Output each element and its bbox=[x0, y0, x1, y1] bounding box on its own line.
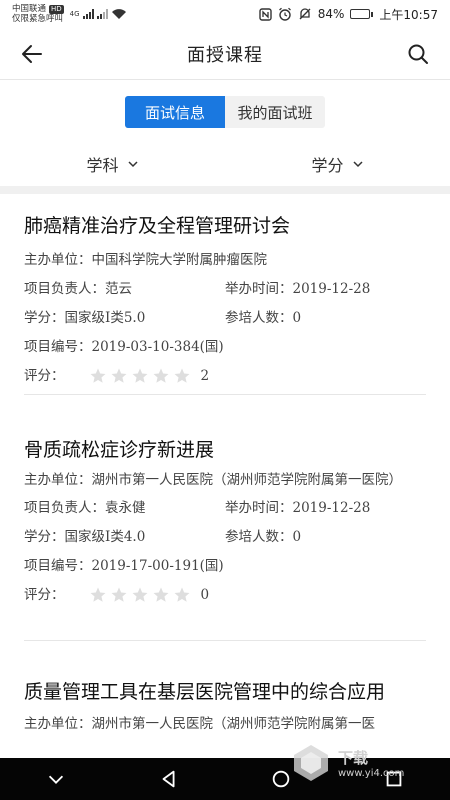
filter-bar: 学科 学分 bbox=[0, 142, 450, 186]
status-right: 84% 上午10:57 bbox=[259, 6, 438, 23]
search-icon[interactable] bbox=[406, 42, 430, 66]
star-icon bbox=[153, 368, 168, 383]
star-icon bbox=[174, 587, 189, 602]
course-leader: 项目负责人：袁永健 bbox=[24, 500, 146, 516]
rating-count: 2 bbox=[200, 368, 210, 384]
watermark-logo-icon bbox=[294, 745, 328, 781]
status-bar: 中国联通 HD 仅限紧急呼叫 4G 84% 上午10:57 bbox=[0, 0, 450, 28]
tab-interview-info[interactable]: 面试信息 bbox=[125, 96, 225, 128]
mute-bell-icon bbox=[299, 8, 311, 20]
star-icon bbox=[132, 368, 147, 383]
wifi-icon bbox=[111, 9, 126, 19]
course-card[interactable]: 质量管理工具在基层医院管理中的综合应用 主办单位：湖州市第一人民医院（湖州师范学… bbox=[24, 678, 426, 734]
course-date: 举办时间：2019-12-28 bbox=[225, 281, 371, 297]
carrier-name: 中国联通 bbox=[12, 4, 47, 14]
signal-bars-icon bbox=[82, 9, 94, 19]
emergency-text: 仅限紧急呼叫 bbox=[12, 14, 64, 24]
star-icon bbox=[132, 587, 147, 602]
alarm-icon bbox=[278, 7, 291, 21]
chevron-down-icon[interactable] bbox=[45, 768, 67, 790]
rating-count: 0 bbox=[200, 587, 210, 603]
subject-filter[interactable]: 学科 bbox=[0, 142, 225, 186]
carrier-info: 中国联通 HD 仅限紧急呼叫 bbox=[12, 4, 64, 24]
course-card[interactable]: 肺癌精准治疗及全程管理研讨会 主办单位：中国科学院大学附属肿瘤医院 项目负责人：… bbox=[24, 212, 426, 386]
signal-indicator: 4G bbox=[70, 8, 127, 20]
card-divider bbox=[24, 640, 426, 641]
rating-stars bbox=[89, 586, 191, 604]
watermark-text: 下载 bbox=[338, 749, 369, 767]
rating-stars bbox=[89, 367, 191, 385]
signal-bars-2-icon bbox=[96, 9, 108, 19]
course-organizer: 主办单位：湖州市第一人民医院（湖州师范学院附属第一医 bbox=[24, 716, 375, 732]
course-title: 质量管理工具在基层医院管理中的综合应用 bbox=[24, 681, 386, 703]
course-rating: 评分： 2 bbox=[24, 366, 426, 386]
home-circle-icon[interactable] bbox=[270, 768, 292, 790]
course-organizer: 主办单位：湖州市第一人民医院（湖州师范学院附属第一医院） bbox=[24, 472, 402, 488]
hd-badge: HD bbox=[49, 4, 64, 14]
credit-filter[interactable]: 学分 bbox=[225, 142, 450, 186]
chevron-down-icon bbox=[352, 161, 363, 168]
rating-label: 评分： bbox=[24, 587, 65, 603]
tab-my-interview-class[interactable]: 我的面试班 bbox=[225, 96, 325, 128]
segment-control: 面试信息 我的面试班 bbox=[125, 96, 325, 128]
clock: 上午10:57 bbox=[379, 7, 438, 22]
section-divider bbox=[0, 186, 450, 194]
course-title: 肺癌精准治疗及全程管理研讨会 bbox=[24, 215, 291, 237]
star-icon bbox=[111, 587, 126, 602]
course-organizer: 主办单位：中国科学院大学附属肿瘤医院 bbox=[24, 252, 267, 268]
back-triangle-icon[interactable] bbox=[158, 768, 180, 790]
course-leader: 项目负责人：范云 bbox=[24, 281, 132, 297]
back-arrow-icon[interactable] bbox=[20, 42, 44, 66]
course-participants: 参培人数：0 bbox=[225, 529, 302, 545]
chevron-down-icon bbox=[127, 161, 138, 168]
course-card[interactable]: 骨质疏松症诊疗新进展 主办单位：湖州市第一人民医院（湖州师范学院附属第一医院） … bbox=[24, 436, 426, 605]
watermark: 下载 www.yi4.com bbox=[290, 740, 440, 786]
star-icon bbox=[153, 587, 168, 602]
battery-icon bbox=[350, 9, 374, 19]
course-list[interactable]: 肺癌精准治疗及全程管理研讨会 主办单位：中国科学院大学附属肿瘤医院 项目负责人：… bbox=[0, 194, 450, 758]
star-icon bbox=[90, 587, 105, 602]
star-icon bbox=[90, 368, 105, 383]
battery-percent: 84% bbox=[317, 7, 345, 21]
star-icon bbox=[111, 368, 126, 383]
course-code: 项目编号：2019-03-10-384(国) bbox=[24, 339, 224, 355]
nfc-icon bbox=[259, 7, 272, 21]
credit-filter-label: 学分 bbox=[311, 156, 344, 175]
star-icon bbox=[174, 368, 189, 383]
course-credit: 学分：国家级I类5.0 bbox=[24, 310, 146, 326]
network-type: 4G bbox=[69, 10, 80, 18]
course-credit: 学分：国家级I类4.0 bbox=[24, 529, 146, 545]
subject-filter-label: 学科 bbox=[86, 156, 119, 175]
course-code: 项目编号：2019-17-00-191(国) bbox=[24, 558, 224, 574]
page-title: 面授课程 bbox=[187, 44, 263, 66]
course-participants: 参培人数：0 bbox=[225, 310, 302, 326]
watermark-url: www.yi4.com bbox=[338, 768, 405, 779]
course-title: 骨质疏松症诊疗新进展 bbox=[24, 439, 215, 461]
course-date: 举办时间：2019-12-28 bbox=[225, 500, 371, 516]
card-divider bbox=[24, 394, 426, 395]
app-header: 面授课程 bbox=[0, 28, 450, 80]
course-rating: 评分： 0 bbox=[24, 585, 426, 605]
rating-label: 评分： bbox=[24, 368, 65, 384]
